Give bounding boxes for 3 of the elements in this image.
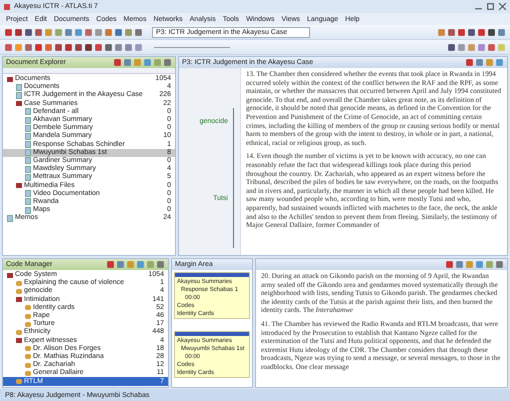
maximize-icon[interactable] <box>486 2 495 11</box>
close-icon[interactable] <box>498 2 507 11</box>
app-icon <box>3 2 11 10</box>
